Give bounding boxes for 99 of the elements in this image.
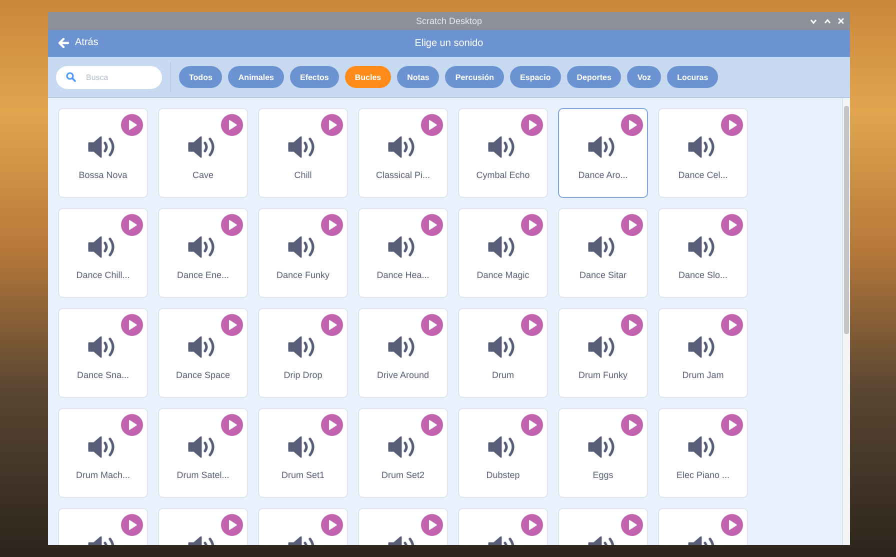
sound-name: Dance Slo... <box>678 270 728 280</box>
close-icon[interactable] <box>838 18 844 24</box>
sound-card[interactable]: Dance Chill... <box>58 208 148 298</box>
sound-name: Drum Set1 <box>281 470 324 480</box>
sound-name: Elec Piano ... <box>676 470 730 480</box>
sound-name: Bossa Nova <box>78 170 128 180</box>
sound-card[interactable]: Classical Pi... <box>358 108 448 198</box>
play-button-icon[interactable] <box>621 214 643 236</box>
play-button-icon[interactable] <box>421 214 443 236</box>
play-button-icon[interactable] <box>121 414 143 436</box>
sound-name: Dance Sitar <box>579 270 627 280</box>
sound-card[interactable]: Dance Aro... <box>558 108 648 198</box>
minimize-icon[interactable] <box>810 18 817 24</box>
sound-name: Dance Sna... <box>76 370 130 380</box>
sound-name: Drum Funky <box>578 370 628 380</box>
sound-name: Drum Set2 <box>381 470 424 480</box>
sound-name: Drum <box>492 370 514 380</box>
play-button-icon[interactable] <box>221 214 243 236</box>
play-button-icon[interactable] <box>421 314 443 336</box>
play-button-icon[interactable] <box>321 114 343 136</box>
play-button-icon[interactable] <box>421 514 443 536</box>
play-button-icon[interactable] <box>521 114 543 136</box>
play-button-icon[interactable] <box>721 414 743 436</box>
play-button-icon[interactable] <box>321 214 343 236</box>
play-button-icon[interactable] <box>521 514 543 536</box>
sound-name: Drive Around <box>376 370 430 380</box>
play-button-icon[interactable] <box>421 114 443 136</box>
sound-card[interactable]: Chill <box>258 108 348 198</box>
play-button-icon[interactable] <box>721 514 743 536</box>
sound-card[interactable]: Drum <box>458 308 548 398</box>
sound-card[interactable]: Drum Jam <box>658 308 748 398</box>
play-button-icon[interactable] <box>221 414 243 436</box>
play-button-icon[interactable] <box>421 414 443 436</box>
sound-card[interactable]: Cymbal Echo <box>458 108 548 198</box>
sound-card[interactable]: Drum Set1 <box>258 408 348 498</box>
sound-name: Drum Mach... <box>76 470 130 480</box>
sound-name: Drum Satel... <box>176 470 230 480</box>
sound-name: Eggs <box>592 470 614 480</box>
back-arrow-icon <box>58 38 69 48</box>
play-button-icon[interactable] <box>721 114 743 136</box>
play-button-icon[interactable] <box>621 314 643 336</box>
sound-card[interactable]: Drum Set2 <box>358 408 448 498</box>
sound-name: Dance Space <box>176 370 230 380</box>
sound-name: Drip Drop <box>284 370 322 380</box>
sound-card[interactable]: Dance Hea... <box>358 208 448 298</box>
sound-card[interactable]: Dance Space <box>158 308 248 398</box>
play-button-icon[interactable] <box>121 114 143 136</box>
sound-name: Dance Ene... <box>176 270 230 280</box>
sound-card[interactable]: Drum Funky <box>558 308 648 398</box>
sound-card[interactable]: Drum Satel... <box>158 408 248 498</box>
sound-card[interactable]: Dance Magic <box>458 208 548 298</box>
play-button-icon[interactable] <box>121 514 143 536</box>
play-button-icon[interactable] <box>721 214 743 236</box>
sound-name: Dubstep <box>486 470 520 480</box>
sound-name: Dance Cel... <box>678 170 728 180</box>
sound-card[interactable]: Dance Slo... <box>658 208 748 298</box>
sound-name: Dance Hea... <box>376 270 430 280</box>
sound-card[interactable]: Drive Around <box>358 308 448 398</box>
play-button-icon[interactable] <box>221 514 243 536</box>
sound-card[interactable]: Dance Ene... <box>158 208 248 298</box>
scrollbar-thumb[interactable] <box>844 106 849 334</box>
sound-name: Drum Jam <box>682 370 724 380</box>
sound-card[interactable]: Dance Funky <box>258 208 348 298</box>
sound-name: Chill <box>294 170 312 180</box>
sound-card[interactable]: Elec Piano ... <box>658 408 748 498</box>
play-button-icon[interactable] <box>621 414 643 436</box>
sound-card[interactable]: Dubstep <box>458 408 548 498</box>
play-button-icon[interactable] <box>321 314 343 336</box>
sound-card[interactable]: Dance Sna... <box>58 308 148 398</box>
play-button-icon[interactable] <box>121 314 143 336</box>
play-button-icon[interactable] <box>521 214 543 236</box>
play-button-icon[interactable] <box>521 314 543 336</box>
window-title: Scratch Desktop <box>416 16 482 26</box>
sound-card[interactable]: Bossa Nova <box>58 108 148 198</box>
sound-card[interactable]: Cave <box>158 108 248 198</box>
sound-name: Dance Aro... <box>578 170 628 180</box>
search-field[interactable]: Busca <box>56 66 162 88</box>
sound-name: Dance Chill... <box>76 270 130 280</box>
sound-card[interactable]: Dance Sitar <box>558 208 648 298</box>
sound-name: Cave <box>192 170 214 180</box>
sound-card[interactable]: Eggs <box>558 408 648 498</box>
sound-card[interactable]: Dance Cel... <box>658 108 748 198</box>
sound-card[interactable]: Drum Mach... <box>58 408 148 498</box>
sound-name: Dance Funky <box>276 270 330 280</box>
sound-name: Classical Pi... <box>376 170 430 180</box>
maximize-icon[interactable] <box>824 18 831 24</box>
dialog-title: Elige un sonido <box>414 38 484 49</box>
play-button-icon[interactable] <box>321 514 343 536</box>
play-button-icon[interactable] <box>221 114 243 136</box>
play-button-icon[interactable] <box>621 114 643 136</box>
play-button-icon[interactable] <box>721 314 743 336</box>
play-button-icon[interactable] <box>621 514 643 536</box>
sound-card[interactable]: Drip Drop <box>258 308 348 398</box>
sound-name: Dance Magic <box>476 270 530 280</box>
play-button-icon[interactable] <box>221 314 243 336</box>
sound-name: Cymbal Echo <box>476 170 530 180</box>
play-button-icon[interactable] <box>321 414 343 436</box>
play-button-icon[interactable] <box>121 214 143 236</box>
play-button-icon[interactable] <box>521 414 543 436</box>
